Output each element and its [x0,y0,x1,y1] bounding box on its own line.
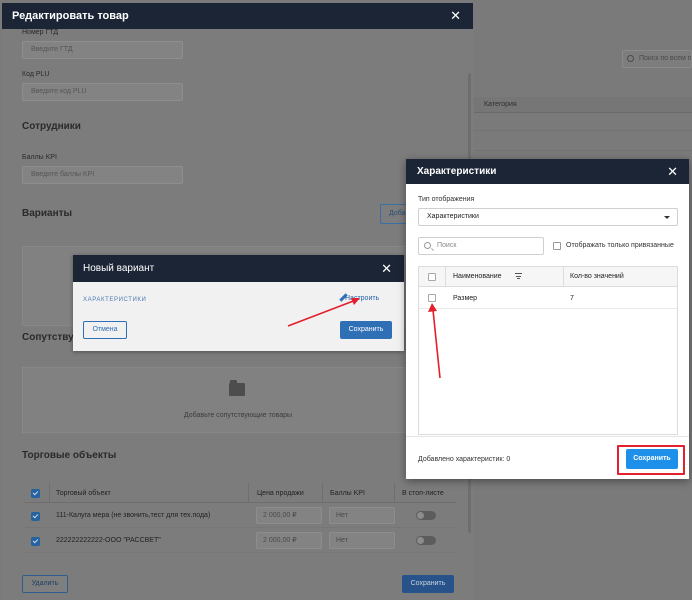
table-row: 111-Калуга мера (не звонить,тест для тех… [24,503,457,528]
close-icon[interactable]: ✕ [450,3,461,29]
only-linked-checkbox[interactable] [553,242,561,250]
gtd-label: Номер ГТД [22,29,59,36]
plu-input[interactable]: Введите код PLU [22,83,183,101]
row-checkbox[interactable] [31,512,40,521]
new-variant-header: Новый вариант ✕ [73,255,404,282]
column-header-count: Кол-во значений [570,273,624,280]
variant-cancel-button[interactable]: Отмена [83,321,127,339]
characteristics-search-input[interactable]: Поиск [418,237,544,255]
companion-add-area[interactable]: Добавьте сопутствующие товары [22,367,454,433]
column-header-name: Наименование [453,273,502,280]
table-header: Наименование Кол-во значений [419,267,677,287]
variant-save-button[interactable]: Сохранить [340,321,392,339]
gtd-placeholder: Введите ГТД [31,46,73,53]
stop-list-toggle[interactable] [416,536,436,545]
characteristic-count: 7 [570,295,574,302]
new-variant-modal: Новый вариант ✕ ХАРАКТЕРИСТИКИ Настроить… [73,255,404,351]
column-divider [322,483,323,502]
background-search-placeholder: Поиск по всем п [639,55,692,62]
trade-objects-section-title: Торговые объекты [22,450,117,461]
close-icon[interactable]: ✕ [381,255,392,282]
edit-product-header: Редактировать товар ✕ [2,3,473,29]
new-variant-title: Новый вариант [83,263,155,274]
characteristics-section-label: ХАРАКТЕРИСТИКИ [83,297,147,303]
column-divider [49,483,50,502]
table-row: 222222222222-ООО "РАССВЕТ" 2 000,00 ₽ Не… [24,528,457,553]
display-type-label: Тип отображения [418,196,475,203]
background-column-category: Категория [484,101,517,108]
column-header-kpi: Баллы KPI [330,490,365,497]
search-icon [424,242,431,249]
kpi-label: Баллы KPI [22,154,57,161]
close-icon[interactable]: ✕ [667,159,678,184]
only-linked-label: Отображать только привязанные [566,242,674,249]
kpi-placeholder: Введите баллы KPI [31,171,95,178]
display-type-value: Характеристики [427,213,479,220]
characteristics-table: Наименование Кол-во значений Размер 7 [418,266,678,435]
characteristics-modal: Характеристики ✕ Тип отображения Характе… [406,159,689,479]
highlight-annotation [617,445,685,475]
characteristics-title: Характеристики [417,166,497,177]
edit-product-title: Редактировать товар [12,10,129,22]
row-checkbox[interactable] [428,294,436,302]
column-header-stop-list: В стоп-листе [402,490,444,497]
table-header: Торговый объект Цена продажи Баллы KPI В… [24,483,457,503]
column-divider [394,483,395,502]
price-input[interactable]: 2 000,00 ₽ [256,507,322,524]
employees-section-title: Сотрудники [22,121,81,132]
select-all-checkbox[interactable] [428,273,436,281]
trade-object-name: 222222222222-ООО "РАССВЕТ" [56,537,161,544]
kpi-row-input[interactable]: Нет [329,507,395,524]
stop-list-toggle[interactable] [416,511,436,520]
chevron-down-icon [664,216,670,219]
column-divider [445,267,446,287]
delete-button[interactable]: Удалить [22,575,68,593]
plu-placeholder: Введите код PLU [31,88,87,95]
column-header-trade-object: Торговый объект [56,490,111,497]
column-header-price: Цена продажи [257,490,304,497]
kpi-row-input[interactable]: Нет [329,532,395,549]
background-row-divider [474,130,692,131]
gtd-input[interactable]: Введите ГТД [22,41,183,59]
column-divider [248,483,249,502]
search-icon [627,55,634,62]
background-table-header: Категория [474,97,692,113]
plu-label: Код PLU [22,71,50,78]
background-search-input: Поиск по всем п [622,50,692,68]
price-input[interactable]: 2 000,00 ₽ [256,532,322,549]
edit-save-button[interactable]: Сохранить [402,575,454,593]
kpi-input[interactable]: Введите баллы KPI [22,166,183,184]
display-type-select[interactable]: Характеристики [418,208,678,226]
trade-object-name: 111-Калуга мера (не звонить,тест для тех… [56,512,211,519]
characteristics-header: Характеристики ✕ [406,159,689,184]
trade-objects-table: Торговый объект Цена продажи Баллы KPI В… [24,483,457,553]
folder-icon [229,380,245,396]
background-row-divider [474,150,692,151]
search-placeholder: Поиск [437,242,457,249]
configure-link[interactable]: Настроить [345,295,379,302]
column-divider [563,267,564,287]
characteristic-name: Размер [453,295,478,302]
added-characteristics-count: Добавлено характеристик: 0 [418,456,511,463]
table-row[interactable]: Размер 7 [419,287,677,309]
footer-divider [406,436,689,437]
companion-add-text: Добавьте сопутствующие товары [183,412,293,419]
variants-section-title: Варианты [22,208,73,219]
companion-section-title: Сопутству [22,332,74,343]
select-all-checkbox[interactable] [31,489,40,498]
filter-icon[interactable] [515,273,522,280]
row-checkbox[interactable] [31,537,40,546]
